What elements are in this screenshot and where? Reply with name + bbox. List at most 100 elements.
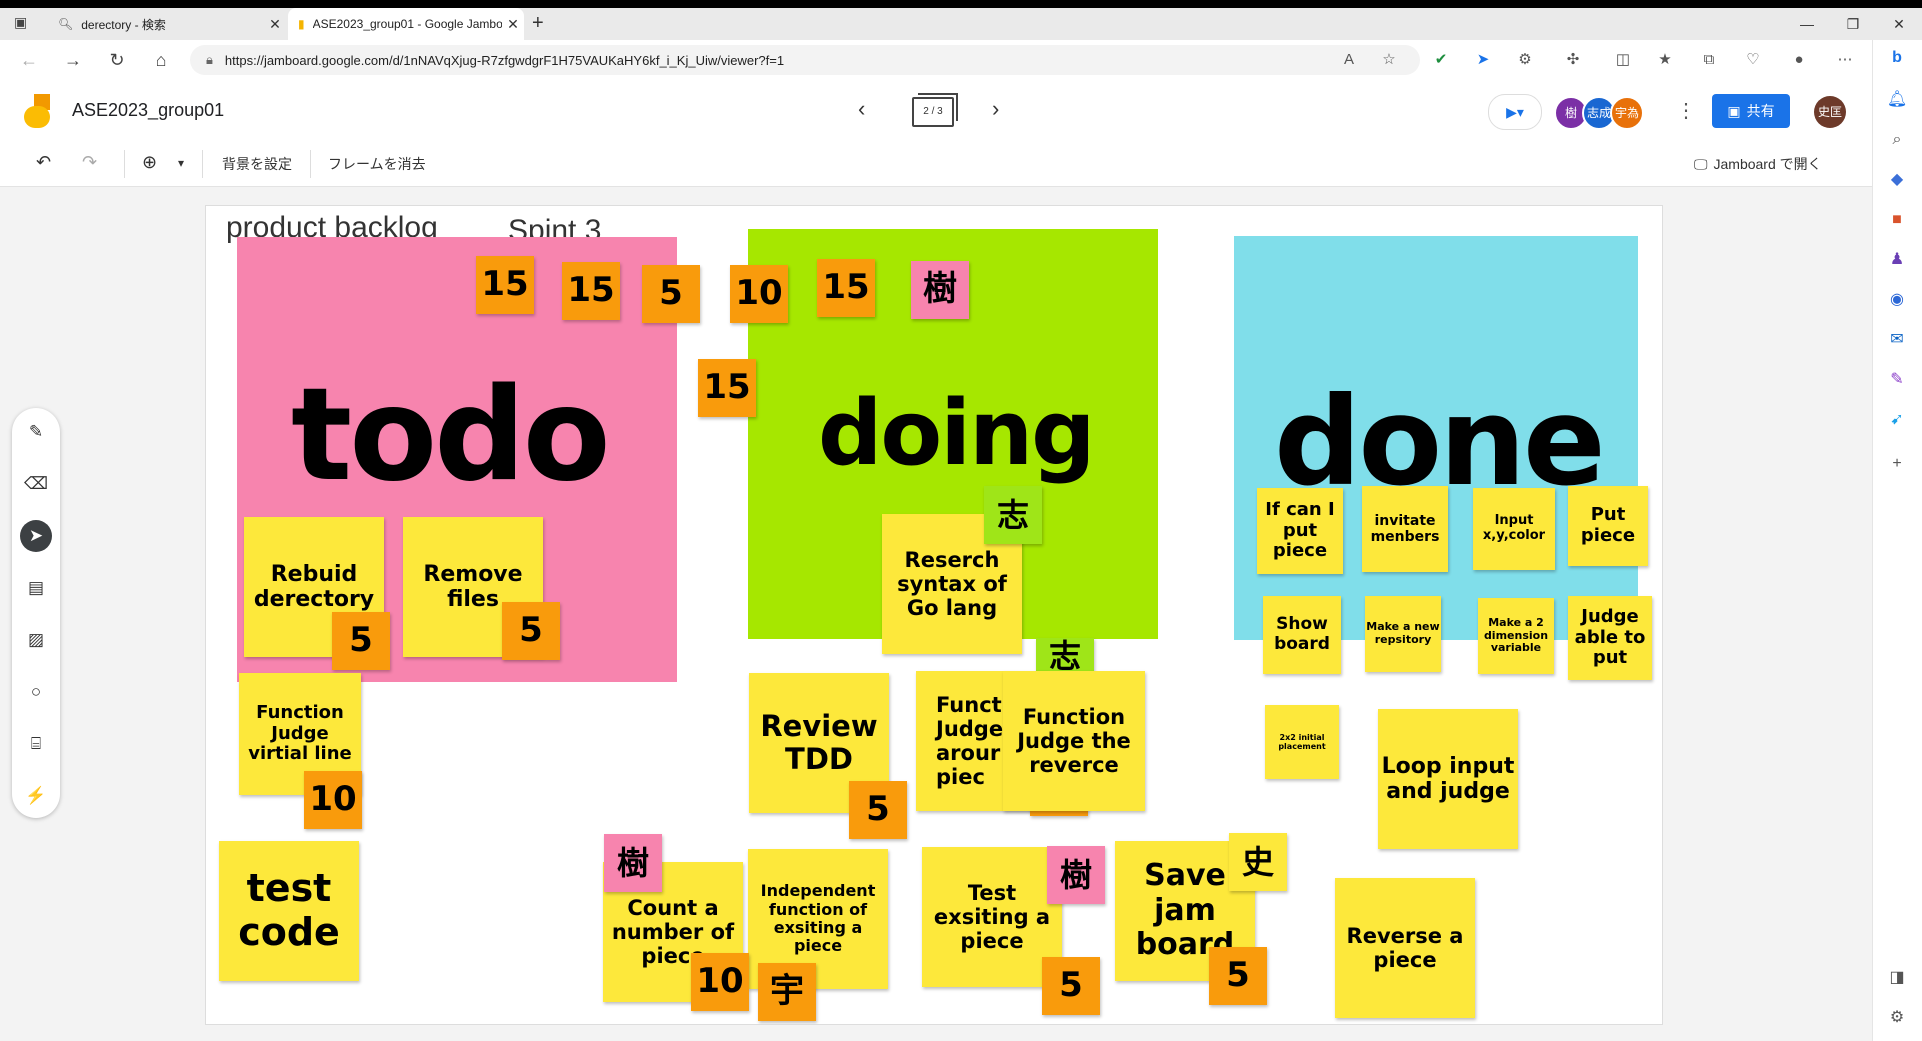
maximize-icon[interactable]: ❐ [1830, 8, 1876, 40]
open-in-jamboard-button[interactable]: 🖵 Jamboard で開く [1694, 154, 1822, 174]
profile-icon[interactable]: ● [1786, 47, 1812, 73]
add-sidebar-icon[interactable]: + [1882, 450, 1912, 478]
points-note[interactable]: 10 [304, 771, 362, 829]
initials-note[interactable]: 樹 [604, 834, 662, 892]
sticky-note[interactable]: Reverse a piece [1335, 878, 1475, 1018]
points-note[interactable]: 5 [849, 781, 907, 839]
settings-icon[interactable]: ⚙ [1882, 1004, 1912, 1032]
points-note[interactable]: 5 [642, 265, 700, 323]
image-icon[interactable]: ▨ [20, 624, 52, 656]
extension-icon[interactable]: ⚙ [1512, 47, 1538, 73]
initials-note[interactable]: 宇 [758, 963, 816, 1021]
sticky-note[interactable]: invitate menbers [1362, 486, 1448, 572]
points-note[interactable]: 15 [817, 259, 875, 317]
points-note[interactable]: 5 [1209, 947, 1267, 1005]
tab-search[interactable]: 🔍︎ derectory - 検索 ✕ [48, 8, 286, 40]
initials-note[interactable]: 史 [1229, 833, 1287, 891]
previous-frame-icon[interactable]: ‹ [858, 96, 865, 122]
points-note[interactable]: 15 [562, 262, 620, 320]
sticky-note[interactable]: Test exsiting a piece [922, 847, 1062, 987]
share-button[interactable]: ▣ 共有 [1712, 94, 1790, 128]
points-note[interactable]: 10 [730, 265, 788, 323]
zoom-dropdown-icon[interactable]: ▾ [178, 156, 184, 170]
tab-label: ASE2023_group01 - Google Jamboard [312, 17, 502, 31]
sticky-note[interactable]: Make a 2 dimension variable [1478, 598, 1554, 674]
text-box-icon[interactable]: ⌸ [20, 728, 52, 760]
jamboard-canvas[interactable]: product backlog Spint 3 todo doing done … [205, 205, 1663, 1025]
minimize-icon[interactable]: — [1784, 8, 1830, 40]
tab-actions-icon[interactable]: ▣ [14, 14, 27, 31]
puzzle-icon[interactable]: ✣ [1560, 47, 1586, 73]
set-background-button[interactable]: 背景を設定 [222, 154, 292, 174]
sticky-note[interactable]: 2x2 initial placement [1265, 705, 1339, 779]
read-aloud-icon[interactable]: A [1336, 47, 1362, 73]
split-screen-icon[interactable]: ◫ [1610, 47, 1636, 73]
document-title[interactable]: ASE2023_group01 [72, 100, 224, 121]
sticky-note[interactable]: If can I put piece [1257, 488, 1343, 574]
points-note[interactable]: 5 [332, 612, 390, 670]
select-pointer-icon[interactable]: ➤ [20, 520, 52, 552]
sticky-note[interactable]: Input x,y,color [1473, 488, 1555, 570]
sticky-note[interactable]: test code [219, 841, 359, 981]
points-note[interactable]: 15 [476, 256, 534, 314]
copilot-icon[interactable]: b [1882, 44, 1912, 72]
sticky-note[interactable]: Show board [1263, 596, 1341, 674]
points-note[interactable]: 15 [698, 359, 756, 417]
favorites-icon[interactable]: ★ [1652, 47, 1678, 73]
collections-icon[interactable]: ⧉ [1696, 47, 1722, 73]
doing-label: doing [818, 381, 1096, 486]
sticky-note[interactable]: Function Judge the reverce [1003, 671, 1145, 811]
url-field[interactable]: 🔒︎ https://jamboard.google.com/d/1nNAVqX… [190, 45, 1420, 75]
clear-frame-button[interactable]: フレームを消去 [328, 154, 426, 174]
close-window-icon[interactable]: ✕ [1876, 8, 1922, 40]
search-sidebar-icon[interactable]: ⌕ [1882, 126, 1912, 154]
designer-icon[interactable]: ✎ [1882, 366, 1912, 394]
extension-arrow-icon[interactable]: ➤ [1470, 47, 1496, 73]
more-menu-icon[interactable]: ⋯ [1832, 47, 1858, 73]
favorite-star-icon[interactable]: ☆ [1376, 47, 1402, 73]
todo-label: todo [291, 361, 611, 510]
tab-jamboard[interactable]: ▮ ASE2023_group01 - Google Jamboard ✕ [288, 8, 524, 40]
refresh-button[interactable]: ↻ [104, 48, 130, 72]
notification-icon[interactable]: 🔔︎ [1882, 86, 1912, 114]
sticky-note[interactable]: Judge able to put [1568, 596, 1652, 680]
sticky-note-icon[interactable]: ▤ [20, 572, 52, 604]
user-avatar[interactable]: 史匡 [1814, 96, 1846, 128]
points-note[interactable]: 10 [691, 953, 749, 1011]
send-icon[interactable]: ➹ [1882, 406, 1912, 434]
home-button[interactable]: ⌂ [148, 48, 174, 72]
next-frame-icon[interactable]: › [992, 96, 999, 122]
extension-check-icon[interactable]: ✔ [1428, 47, 1454, 73]
eraser-icon[interactable]: ⌫ [20, 468, 52, 500]
pen-icon[interactable]: ✎ [20, 416, 52, 448]
shopping-icon[interactable]: ◆ [1882, 166, 1912, 194]
zoom-icon[interactable]: ⊕ [142, 152, 157, 173]
initials-note[interactable]: 志 [984, 486, 1042, 544]
meet-button[interactable]: ▶▾ [1488, 94, 1542, 130]
close-icon[interactable]: ✕ [264, 16, 286, 33]
redo-icon[interactable]: ↷ [82, 152, 97, 173]
more-options-icon[interactable]: ⋮ [1676, 98, 1696, 123]
performance-icon[interactable]: ♡ [1740, 47, 1766, 73]
initials-note[interactable]: 樹 [1047, 846, 1105, 904]
back-button[interactable]: ← [16, 48, 42, 72]
points-note[interactable]: 5 [502, 602, 560, 660]
points-note[interactable]: 5 [1042, 957, 1100, 1015]
office-icon[interactable]: ◉ [1882, 286, 1912, 314]
undo-icon[interactable]: ↶ [36, 152, 51, 173]
tools-icon[interactable]: ■ [1882, 206, 1912, 234]
sticky-note[interactable]: Put piece [1568, 486, 1648, 566]
forward-button[interactable]: → [60, 48, 86, 72]
sticky-note[interactable]: Make a new repsitory [1365, 596, 1441, 672]
shape-circle-icon[interactable]: ○ [20, 676, 52, 708]
hide-sidebar-icon[interactable]: ◨ [1882, 964, 1912, 992]
initials-note[interactable]: 樹 [911, 261, 969, 319]
new-tab-button[interactable]: + [532, 12, 544, 35]
sticky-note[interactable]: Loop input and judge [1378, 709, 1518, 849]
avatar[interactable]: 宇為 [1610, 96, 1644, 130]
games-icon[interactable]: ♟ [1882, 246, 1912, 274]
laser-icon[interactable]: ⚡ [20, 780, 52, 812]
outlook-icon[interactable]: ✉ [1882, 326, 1912, 354]
close-icon[interactable]: ✕ [502, 16, 524, 33]
frame-indicator[interactable]: 2 / 3 [912, 97, 954, 127]
